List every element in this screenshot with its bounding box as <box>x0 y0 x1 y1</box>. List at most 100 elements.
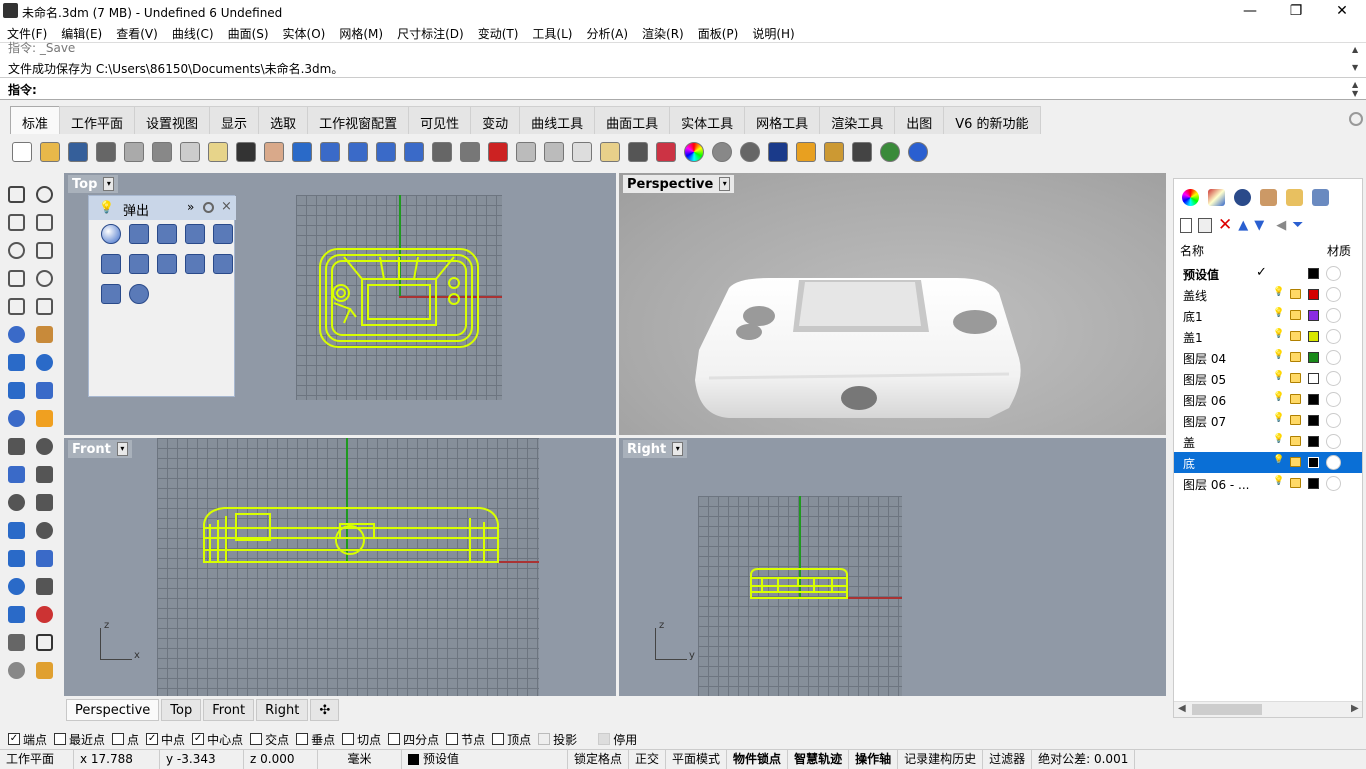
grid-array-icon[interactable] <box>4 602 28 626</box>
status-toggle[interactable]: 正交 <box>629 749 667 769</box>
text-icon[interactable] <box>4 518 28 542</box>
layer-color-swatch[interactable] <box>1308 415 1319 426</box>
pan-hand-icon[interactable] <box>260 138 288 166</box>
material-icon[interactable] <box>1326 434 1341 449</box>
close-button[interactable]: ✕ <box>1319 0 1365 22</box>
osnap-checkbox[interactable]: ✓ <box>146 733 159 745</box>
more-chevron-icon[interactable]: » <box>187 200 194 214</box>
osnap-option[interactable]: ✓ 中心点 <box>192 731 243 748</box>
four-viewports-icon[interactable] <box>456 138 484 166</box>
layer-row[interactable]: 图层 07 💡 <box>1174 410 1362 431</box>
zoom-selected-icon[interactable] <box>400 138 428 166</box>
funnel-icon[interactable] <box>129 254 149 274</box>
osnap-checkbox[interactable]: ✓ <box>8 733 20 745</box>
viewport-label-top[interactable]: Top ▾ <box>68 175 119 193</box>
visibility-bulb-icon[interactable]: 💡 <box>1273 329 1284 343</box>
print-icon[interactable] <box>92 138 120 166</box>
osnap-checkbox[interactable] <box>388 733 401 745</box>
osnap-checkbox[interactable] <box>296 733 309 745</box>
new-layer-icon[interactable] <box>1180 217 1192 233</box>
menu-item[interactable]: 实体(O) <box>276 22 333 42</box>
scroll-right-icon[interactable]: ▶ <box>1351 703 1359 714</box>
viewport-label-front[interactable]: Front ▾ <box>68 440 132 458</box>
lock-icon[interactable] <box>1290 478 1301 488</box>
render-tab-icon[interactable] <box>1234 189 1251 206</box>
add-viewport-tab[interactable]: ✣ <box>310 699 340 721</box>
layer-color-swatch[interactable] <box>1308 478 1319 489</box>
light-bulb-icon[interactable] <box>32 658 56 682</box>
horizontal-scrollbar[interactable]: ◀ ▶ <box>1174 701 1362 717</box>
lock-icon[interactable] <box>1290 394 1301 404</box>
tab-4[interactable]: 显示 <box>209 106 260 134</box>
popup-header[interactable]: 💡 弹出 » × <box>89 196 236 220</box>
rail-icon[interactable] <box>101 254 121 274</box>
status-toggle[interactable]: 操作轴 <box>849 749 899 769</box>
tab-10[interactable]: 曲面工具 <box>594 106 671 134</box>
tab-3[interactable]: 设置视图 <box>134 106 211 134</box>
point-icon[interactable] <box>32 182 56 206</box>
cut-icon[interactable] <box>148 138 176 166</box>
close-icon[interactable]: × <box>221 199 232 214</box>
status-toggle[interactable]: 平面模式 <box>666 749 728 769</box>
help-icon[interactable] <box>904 138 932 166</box>
visibility-bulb-icon[interactable]: 💡 <box>1273 392 1284 406</box>
material-icon[interactable] <box>1326 392 1341 407</box>
osnap-option[interactable]: 点 <box>112 731 139 748</box>
import-icon[interactable] <box>120 138 148 166</box>
layer-icon[interactable] <box>652 138 680 166</box>
menu-item[interactable]: 分析(A) <box>579 22 635 42</box>
osnap-option[interactable]: 顶点 <box>492 731 531 748</box>
polygon-icon[interactable] <box>4 294 28 318</box>
fillet-curve-icon[interactable] <box>32 294 56 318</box>
align-right-icon[interactable] <box>32 434 56 458</box>
folder-tab-icon[interactable] <box>1286 189 1303 206</box>
osnap-checkbox[interactable] <box>342 733 355 745</box>
lock-icon[interactable] <box>1290 352 1301 362</box>
copy-icon[interactable] <box>176 138 204 166</box>
status-cplane[interactable]: 工作平面 <box>0 749 74 769</box>
delete-layer-icon[interactable]: ✕ <box>1218 216 1232 233</box>
color-wheel-icon[interactable] <box>680 138 708 166</box>
save-icon[interactable] <box>64 138 92 166</box>
viewport-label-right[interactable]: Right ▾ <box>623 440 688 458</box>
boolean-union-icon[interactable] <box>32 602 56 626</box>
zoom-icon[interactable] <box>316 138 344 166</box>
layer-color-swatch[interactable] <box>1308 310 1319 321</box>
tab-1[interactable]: 标准 <box>10 106 61 134</box>
arc-icon[interactable] <box>4 266 28 290</box>
material-icon[interactable] <box>1326 329 1341 344</box>
zoom-window-icon[interactable] <box>344 138 372 166</box>
light-icon[interactable] <box>596 138 624 166</box>
visibility-bulb-icon[interactable]: 💡 <box>1273 308 1284 322</box>
select-arrow-icon[interactable] <box>4 182 28 206</box>
bend-icon[interactable] <box>101 284 121 304</box>
layer-row[interactable]: 图层 04 💡 <box>1174 347 1362 368</box>
shaded-sphere-icon[interactable] <box>708 138 736 166</box>
visibility-bulb-icon[interactable]: 💡 <box>1273 287 1284 301</box>
visibility-bulb-icon[interactable]: 💡 <box>1273 434 1284 448</box>
lock-icon[interactable] <box>1290 310 1301 320</box>
osnap-option[interactable]: 最近点 <box>54 731 105 748</box>
globe-icon[interactable] <box>876 138 904 166</box>
scroll-down-icon[interactable]: ▼ <box>1352 89 1364 98</box>
status-layer[interactable]: 预设值 <box>402 749 568 769</box>
viewport-label-perspective[interactable]: Perspective ▾ <box>623 175 735 193</box>
menu-item[interactable]: 变动(T) <box>471 22 526 42</box>
properties-tab-icon[interactable] <box>1182 189 1199 206</box>
osnap-checkbox[interactable] <box>112 733 125 745</box>
scroll-up-icon[interactable]: ▲ <box>1352 45 1364 54</box>
viewport-tab[interactable]: Top <box>161 699 202 721</box>
visibility-bulb-icon[interactable]: 💡 <box>1273 476 1284 490</box>
material-icon[interactable] <box>1326 308 1341 323</box>
cage-icon[interactable] <box>185 224 205 244</box>
sphere-icon[interactable] <box>32 350 56 374</box>
material-icon[interactable] <box>1326 455 1341 470</box>
tab-8[interactable]: 变动 <box>470 106 521 134</box>
lock-icon[interactable] <box>1290 436 1301 446</box>
visibility-bulb-icon[interactable]: 💡 <box>1273 371 1284 385</box>
tab-13[interactable]: 渲染工具 <box>819 106 896 134</box>
status-toggle[interactable]: 记录建构历史 <box>898 749 984 769</box>
layer-row[interactable]: 盖1 💡 <box>1174 326 1362 347</box>
zoom-extents-icon[interactable] <box>372 138 400 166</box>
new-file-icon[interactable] <box>8 138 36 166</box>
